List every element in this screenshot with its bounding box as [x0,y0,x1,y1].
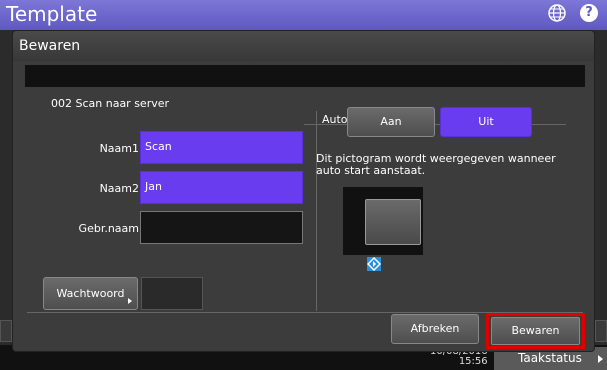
app-header: Template ? [0,0,607,30]
save-dialog: Bewaren 002 Scan naar server Naam1 Scan … [12,30,595,352]
auto-start-badge-icon [367,257,381,271]
name1-field[interactable]: Scan [140,131,303,164]
auto-start-off-button[interactable]: Uit [440,107,532,137]
name1-label: Naam1 [99,142,139,155]
save-button[interactable]: Bewaren [491,317,580,345]
password-button-label: Wachtwoord [56,287,125,300]
background-left-tab [0,320,12,342]
globe-icon[interactable] [548,4,566,22]
username-label: Gebr.naam [78,222,139,235]
section-label: 002 Scan naar server [51,97,170,110]
app-title: Template [6,2,98,26]
cancel-button-label: Afbreken [410,322,460,335]
auto-start-on-button[interactable]: Aan [347,107,435,137]
chevron-right-icon [598,355,603,363]
auto-start-description: Dit pictogram wordt weergegeven wanneer … [316,152,556,177]
help-icon[interactable]: ? [580,4,598,22]
message-bar [25,65,585,87]
chevron-right-icon [128,298,132,304]
job-status-label: Taakstatus [518,351,582,365]
name2-label: Naam2 [99,182,139,195]
username-field[interactable] [140,211,303,244]
password-field[interactable] [141,277,203,310]
name2-value: Jan [145,180,162,193]
vertical-divider [316,111,317,311]
preview-tile [365,199,421,245]
name1-value: Scan [145,140,172,153]
save-button-label: Bewaren [511,324,560,337]
dialog-title: Bewaren [19,38,81,54]
background-right-tab [595,320,607,342]
dialog-titlebar: Bewaren [13,31,594,61]
password-button[interactable]: Wachtwoord [43,277,138,310]
auto-start-off-label: Uit [478,115,494,128]
auto-start-on-label: Aan [380,115,402,128]
cancel-button[interactable]: Afbreken [391,314,479,344]
name2-field[interactable]: Jan [140,171,303,204]
time-text: 15:56 [458,356,488,367]
